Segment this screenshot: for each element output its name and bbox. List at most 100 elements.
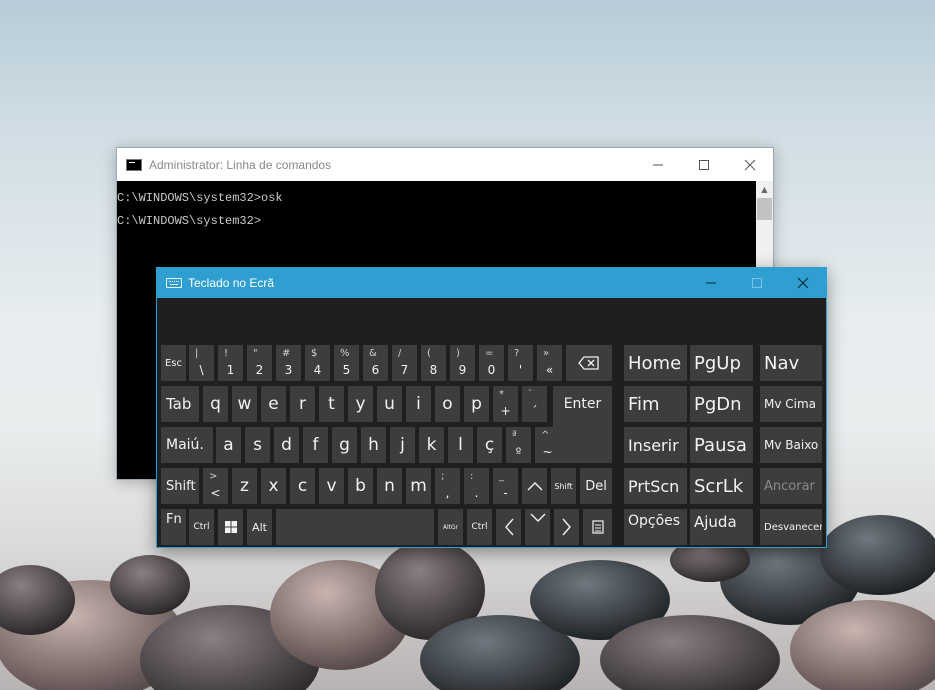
key-home[interactable]: Home [624,345,687,381]
key-comma[interactable]: ;, [435,468,460,504]
key-c-cedilla[interactable]: ç [477,427,502,463]
key-j[interactable]: j [390,427,415,463]
key-4[interactable]: $4 [305,345,330,381]
key-period[interactable]: :. [464,468,489,504]
scroll-up-icon[interactable]: ▲ [756,181,773,198]
key-windows[interactable] [218,509,243,545]
key-pausa[interactable]: Pausa [690,427,753,463]
key-o[interactable]: o [435,386,460,422]
key-z[interactable]: z [232,468,257,504]
key-m[interactable]: m [406,468,431,504]
key-v[interactable]: v [319,468,344,504]
key-alt[interactable]: Alt [247,509,272,545]
key-inserir[interactable]: Inserir [624,427,687,463]
key-mv-baixo[interactable]: Mv Baixo [760,427,822,463]
osk-minimize-button[interactable] [688,268,734,298]
key-ordinal[interactable]: ªº [506,427,531,463]
cmd-close-button[interactable] [727,148,773,181]
key-ctrl-right[interactable]: Ctrl [467,509,492,545]
cmd-maximize-button[interactable] [681,148,727,181]
key-acute[interactable]: ` ´ [522,386,547,422]
key-pgdn[interactable]: PgDn [690,386,753,422]
key-9[interactable]: ) 9 [450,345,475,381]
key-1[interactable]: ! 1 [218,345,243,381]
key-esc[interactable]: Esc [161,345,186,381]
key-e[interactable]: e [261,386,286,422]
scroll-thumb[interactable] [757,198,772,220]
key-caps[interactable]: Maiú. [161,427,213,463]
key-0[interactable]: = 0 [479,345,504,381]
key-delete[interactable]: Del [580,468,612,504]
key-fim[interactable]: Fim [624,386,687,422]
key-backslash[interactable]: | \ [189,345,214,381]
osk-maximize-button[interactable] [734,268,780,298]
key-arrow-down[interactable] [525,509,550,545]
key-b[interactable]: b [348,468,373,504]
key-5[interactable]: % 5 [334,345,359,381]
key-w[interactable]: w [232,386,257,422]
key-apostrophe[interactable]: ? ' [508,345,533,381]
key-desvanecer[interactable]: Desvanecer [760,509,822,545]
key-space[interactable] [276,509,434,545]
key-c[interactable]: c [290,468,315,504]
arrow-right-icon [554,509,579,545]
key-i[interactable]: i [406,386,431,422]
key-7[interactable]: /7 [392,345,417,381]
key-opcoes[interactable]: Opções [624,509,687,545]
key-mv-cima[interactable]: Mv Cima [760,386,822,422]
key-label: 1 [226,363,235,377]
key-x[interactable]: x [261,468,286,504]
key-backspace[interactable] [566,345,612,381]
key-prtscn[interactable]: PrtScn [624,468,687,504]
key-arrow-up[interactable] [522,468,547,504]
key-ajuda[interactable]: Ajuda [690,509,753,545]
key-scrlk[interactable]: ScrLk [690,468,753,504]
key-q[interactable]: q [203,386,228,422]
key-2[interactable]: " 2 [247,345,272,381]
osk-titlebar[interactable]: Teclado no Ecrã [157,268,826,298]
key-u[interactable]: u [377,386,402,422]
key-tab[interactable]: Tab [161,386,199,422]
key-ancorar[interactable]: Ancorar [760,468,822,504]
key-k[interactable]: k [419,427,444,463]
key-dash[interactable]: _ - [493,468,518,504]
key-tilde[interactable]: ^ ~ [535,427,560,463]
osk-close-button[interactable] [780,268,826,298]
key-6[interactable]: & 6 [363,345,388,381]
key-g[interactable]: g [332,427,357,463]
key-plus[interactable]: * + [493,386,518,422]
keyboard-icon [166,278,182,288]
key-guillemet[interactable]: » « [537,345,562,381]
key-shift-label: ? [514,348,520,359]
osk-window[interactable]: Teclado no Ecrã Esc | \ ! 1 " 2 #3 $4 % 5 & 6… [156,267,827,548]
key-arrow-left[interactable] [496,509,521,545]
key-3[interactable]: #3 [276,345,301,381]
key-ctrl-left[interactable]: Ctrl [189,509,214,545]
key-shift-left[interactable]: Shift [161,468,199,504]
key-y[interactable]: y [348,386,373,422]
key-p[interactable]: p [464,386,489,422]
key-n[interactable]: n [377,468,402,504]
key-fn[interactable]: Fn [161,509,186,545]
key-d[interactable]: d [274,427,299,463]
key-shift-right[interactable]: Shift [551,468,576,504]
key-nav[interactable]: Nav [760,345,822,381]
key-label: m [410,476,427,496]
key-r[interactable]: r [290,386,315,422]
cmd-minimize-button[interactable] [635,148,681,181]
key-8[interactable]: (8 [421,345,446,381]
key-menu[interactable] [583,509,612,545]
cmd-titlebar[interactable]: Administrator: Linha de comandos [117,148,773,181]
key-altgr[interactable]: AltGr [438,509,463,545]
key-label: n [384,476,395,496]
key-t[interactable]: t [319,386,344,422]
key-a[interactable]: a [216,427,241,463]
key-h[interactable]: h [361,427,386,463]
key-s[interactable]: s [245,427,270,463]
key-arrow-right[interactable] [554,509,579,545]
key-less-than[interactable]: > < [203,468,228,504]
key-l[interactable]: l [448,427,473,463]
key-enter[interactable]: Enter [553,386,612,463]
key-f[interactable]: f [303,427,328,463]
key-pgup[interactable]: PgUp [690,345,753,381]
